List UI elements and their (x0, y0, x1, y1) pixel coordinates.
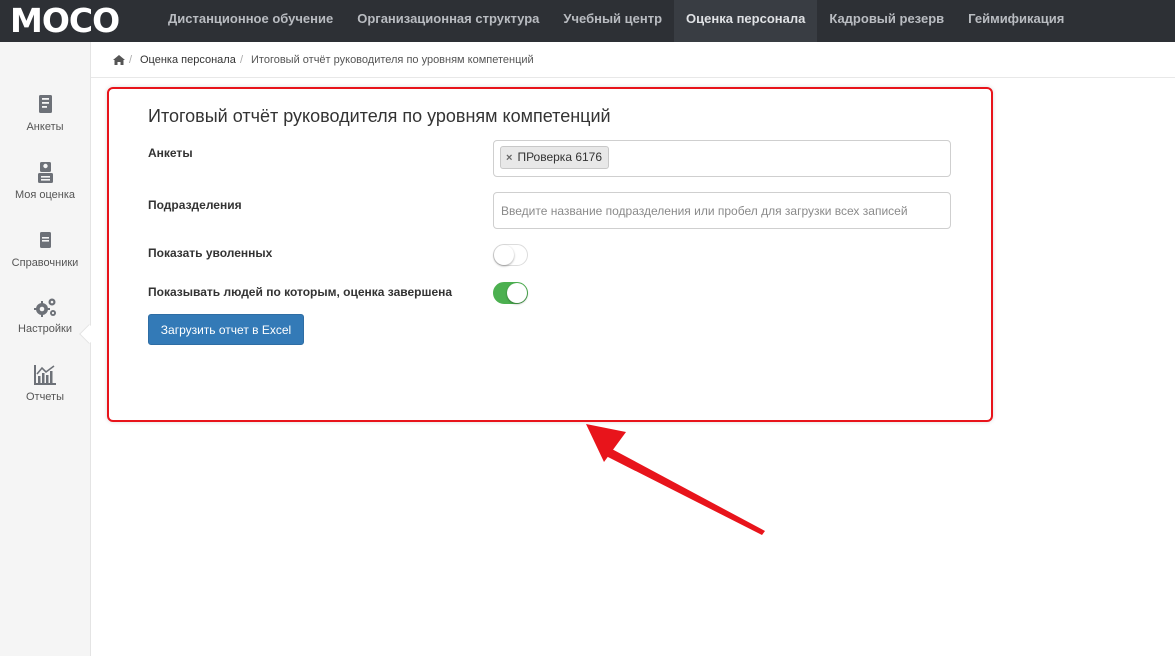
departments-input[interactable] (493, 192, 951, 229)
sidebar-item-label: Отчеты (25, 391, 65, 403)
gears-icon (34, 298, 56, 317)
sidebar-item-reports[interactable]: Отчеты (0, 363, 90, 423)
remove-tag-icon[interactable]: × (506, 152, 512, 164)
nav-item-distance-learning[interactable]: Дистанционное обучение (156, 0, 345, 42)
nav-item-talent-pool[interactable]: Кадровый резерв (817, 0, 956, 42)
top-navbar: MOCO Дистанционное обучение Организацион… (0, 0, 1175, 42)
my-rating-icon (38, 162, 53, 183)
moco-logo[interactable]: MOCO (10, 4, 140, 37)
sidebar: Анкеты Моя оценка Справочники Настройки … (0, 42, 91, 656)
chart-icon (34, 365, 56, 385)
show-dismissed-label: Показать уволенных (148, 246, 273, 260)
questionnaire-icon (39, 95, 52, 113)
questionnaires-label: Анкеты (148, 146, 193, 160)
nav-item-gamification[interactable]: Геймификация (956, 0, 1076, 42)
reference-book-icon (40, 232, 51, 248)
sidebar-item-my-rating[interactable]: Моя оценка (0, 161, 90, 221)
page-title: Итоговый отчёт руководителя по уровням к… (148, 106, 611, 126)
sidebar-item-label: Справочники (11, 257, 79, 269)
show-dismissed-toggle[interactable] (493, 244, 528, 266)
annotation-arrow (586, 424, 765, 535)
show-completed-toggle[interactable] (493, 282, 528, 304)
questionnaire-tag: × ПРоверка 6176 (500, 146, 610, 169)
nav-item-org-structure[interactable]: Организационная структура (345, 0, 551, 42)
breadcrumb-link-personnel-assessment[interactable]: Оценка персонала (140, 54, 236, 66)
sidebar-item-label: Настройки (18, 323, 72, 335)
sidebar-item-questionnaires[interactable]: Анкеты (0, 93, 90, 153)
questionnaires-select[interactable]: × ПРоверка 6176 (493, 140, 951, 177)
home-icon[interactable] (113, 55, 125, 65)
questionnaire-tag-label: ПРоверка 6176 (517, 150, 603, 164)
breadcrumb-separator: / (240, 54, 244, 66)
sidebar-item-settings[interactable]: Настройки (0, 295, 90, 355)
sidebar-item-reference-books[interactable]: Справочники (0, 229, 90, 289)
download-excel-button[interactable]: Загрузить отчет в Excel (148, 314, 304, 345)
breadcrumb-current: Итоговый отчёт руководителя по уровням к… (251, 54, 534, 66)
breadcrumb-separator: / (129, 54, 133, 66)
toggle-knob (507, 283, 527, 303)
main-nav: Дистанционное обучение Организационная с… (156, 0, 1076, 42)
departments-label: Подразделения (148, 198, 242, 212)
sidebar-item-label: Анкеты (26, 121, 64, 133)
nav-item-personnel-assessment[interactable]: Оценка персонала (674, 0, 818, 42)
show-completed-label: Показывать людей по которым, оценка заве… (148, 285, 453, 299)
breadcrumb: / Оценка персонала / Итоговый отчёт руко… (91, 42, 1175, 78)
toggle-knob (494, 245, 514, 265)
sidebar-item-label: Моя оценка (14, 189, 76, 201)
nav-item-training-center[interactable]: Учебный центр (551, 0, 674, 42)
